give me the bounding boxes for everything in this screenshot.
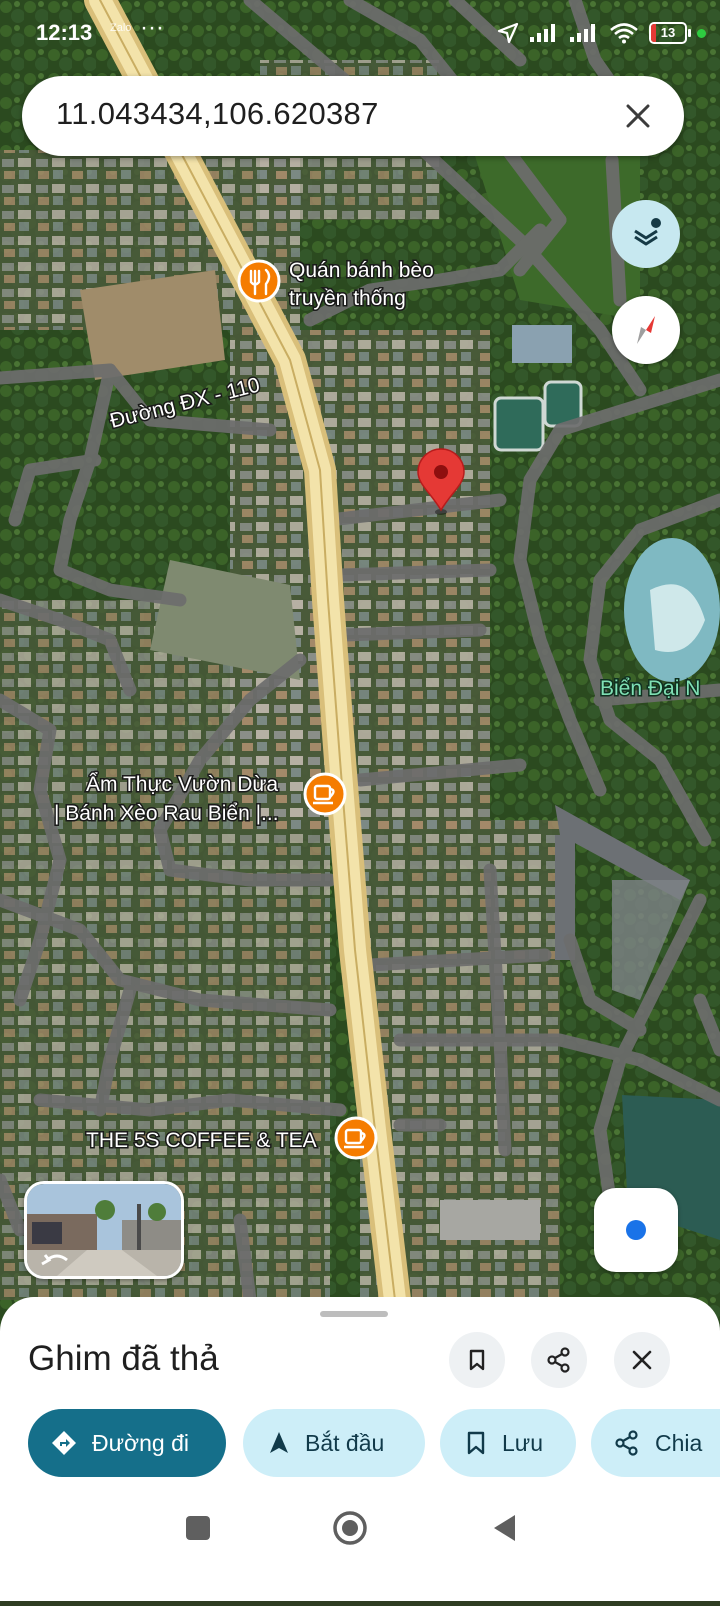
place-name-line1: Ẩm Thực Vườn Dừa bbox=[86, 773, 278, 796]
share-button[interactable]: Chia bbox=[591, 1409, 720, 1477]
signal-icon bbox=[530, 24, 555, 42]
search-input[interactable]: 11.043434,106.620387 bbox=[56, 96, 379, 132]
start-button[interactable]: Bắt đầu bbox=[243, 1409, 425, 1477]
home-button[interactable] bbox=[333, 1511, 367, 1545]
share-icon bbox=[547, 1347, 570, 1373]
save-label: Lưu bbox=[502, 1429, 543, 1456]
compass-icon bbox=[637, 316, 655, 344]
close-sheet-button[interactable] bbox=[614, 1332, 670, 1388]
street-view-image bbox=[27, 1184, 181, 1276]
location-arrow-icon bbox=[497, 22, 519, 44]
bookmark-icon bbox=[469, 1349, 485, 1371]
status-time: 12:13 bbox=[36, 20, 93, 45]
status-icons: 13 bbox=[497, 20, 706, 46]
signal-icon-2 bbox=[570, 24, 595, 42]
navigation-arrow-icon bbox=[270, 1432, 288, 1453]
wifi-icon bbox=[610, 23, 638, 44]
place-name-line2: truyền thống bbox=[289, 287, 406, 310]
start-label: Bắt đầu bbox=[305, 1429, 385, 1456]
my-location-icon bbox=[626, 1220, 646, 1240]
share-label: Chia bbox=[655, 1429, 703, 1456]
directions-icon bbox=[52, 1431, 76, 1455]
bookmark-icon bbox=[467, 1431, 485, 1455]
place-name-line2: | Bánh Xèo Rau Biển |... bbox=[54, 802, 279, 825]
save-button[interactable]: Lưu bbox=[440, 1409, 576, 1477]
share-icon bbox=[615, 1430, 638, 1456]
share-icon-button[interactable] bbox=[531, 1332, 587, 1388]
my-location-button[interactable] bbox=[594, 1188, 678, 1272]
street-view-thumbnail[interactable] bbox=[24, 1181, 184, 1279]
status-bar: 12:13 Zalo ··· 13 bbox=[0, 0, 720, 70]
place-name-line1: Quán bánh bèo bbox=[289, 259, 434, 282]
place-name: THE 5S COFFEE & TEA bbox=[86, 1129, 317, 1152]
sheet-title: Ghim đã thả bbox=[28, 1339, 219, 1378]
back-button[interactable] bbox=[494, 1515, 515, 1541]
area-label: Biển Đại N bbox=[600, 677, 700, 700]
search-bar[interactable]: 11.043434,106.620387 bbox=[22, 76, 684, 156]
battery-level: 13 bbox=[660, 25, 676, 40]
layers-icon bbox=[634, 218, 661, 246]
close-icon bbox=[626, 104, 650, 128]
clear-search-button[interactable] bbox=[612, 90, 664, 142]
recents-button[interactable] bbox=[186, 1516, 210, 1540]
close-icon bbox=[632, 1350, 652, 1370]
compass-button[interactable] bbox=[612, 296, 680, 364]
directions-label: Đường đi bbox=[92, 1429, 189, 1456]
layers-button[interactable] bbox=[612, 200, 680, 268]
save-icon-button[interactable] bbox=[449, 1332, 505, 1388]
privacy-dot-icon bbox=[697, 28, 706, 38]
directions-button[interactable]: Đường đi bbox=[28, 1409, 226, 1477]
drag-handle[interactable] bbox=[320, 1311, 388, 1317]
more-notifications-icon: ··· bbox=[140, 14, 164, 41]
zalo-notification-icon: Zalo bbox=[110, 22, 132, 34]
battery-indicator: 13 bbox=[649, 22, 691, 44]
system-navigation-bar bbox=[0, 1496, 720, 1566]
